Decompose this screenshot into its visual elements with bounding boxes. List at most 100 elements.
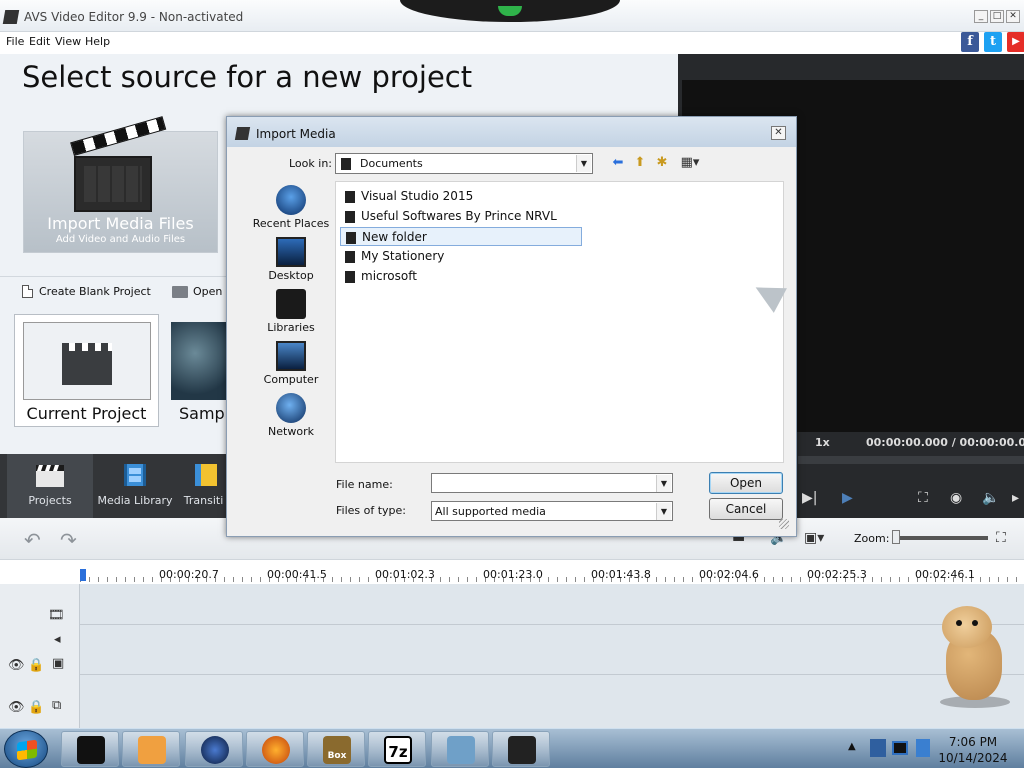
zoom-slider[interactable]	[896, 536, 988, 540]
maximize-button[interactable]: □	[990, 10, 1004, 23]
ruler-tick: 00:01:02.3	[375, 568, 435, 581]
taskbar-app[interactable]	[185, 731, 243, 767]
create-blank-project-button[interactable]: Create Blank Project	[22, 285, 151, 298]
file-type-select[interactable]: All supported media ▼	[431, 501, 673, 521]
snapshot-icon[interactable]: ◉	[950, 490, 962, 506]
menu-file[interactable]: File	[6, 35, 24, 48]
nav-transitions[interactable]: Transiti	[177, 454, 230, 518]
ruler-tick: 00:02:25.3	[807, 568, 867, 581]
ruler-tick: 00:01:23.0	[483, 568, 543, 581]
taskbar-app[interactable]: Box	[307, 731, 365, 767]
menu-help[interactable]: Help	[85, 35, 110, 48]
look-in-value: Documents	[360, 157, 423, 170]
open-button[interactable]: Open	[709, 472, 783, 494]
avs-editor-icon	[508, 736, 536, 764]
fullscreen-icon[interactable]: ⛶	[918, 490, 928, 506]
list-item-selected[interactable]: New folder	[340, 227, 582, 246]
clock-time: 7:06 PM	[948, 735, 998, 749]
tray-update-icon[interactable]	[916, 739, 930, 757]
tray-app-icon[interactable]	[870, 739, 886, 757]
youtube-icon[interactable]: ▶	[1007, 32, 1024, 52]
overlay-track-icon: ⧉	[52, 698, 62, 713]
twitter-icon[interactable]: t	[984, 32, 1002, 52]
taskbar-app-avs[interactable]	[492, 731, 550, 767]
volume-icon[interactable]: 🔈	[982, 490, 999, 506]
nav-media-library[interactable]: Media Library	[97, 454, 173, 518]
network-icon[interactable]	[276, 393, 306, 423]
next-frame-icon[interactable]: ▶|	[802, 490, 817, 506]
recent-places-icon[interactable]	[276, 185, 306, 215]
notch-light-icon	[498, 6, 522, 16]
lock-icon[interactable]: 🔒	[28, 658, 44, 673]
list-item[interactable]: microsoft	[340, 267, 582, 286]
start-button[interactable]	[4, 730, 48, 768]
taskbar-app[interactable]	[61, 731, 119, 767]
cancel-button[interactable]: Cancel	[709, 498, 783, 520]
list-item[interactable]: My Stationery	[340, 247, 582, 266]
facebook-icon[interactable]: f	[961, 32, 979, 52]
fit-zoom-icon[interactable]: ⛶	[996, 530, 1018, 548]
mute-icon[interactable]: ◂	[54, 632, 61, 647]
preview-seek-bar[interactable]	[798, 456, 1024, 464]
playback-speed[interactable]: 1x	[815, 436, 830, 449]
playhead[interactable]	[80, 569, 86, 581]
current-project-tile[interactable]: Current Project	[14, 314, 159, 427]
back-arrow-icon[interactable]: ⬅	[609, 155, 627, 171]
list-item[interactable]: Visual Studio 2015	[340, 187, 582, 206]
chevron-down-icon[interactable]: ▼	[656, 475, 671, 492]
chevron-down-icon[interactable]: ▼	[656, 503, 671, 520]
place-network[interactable]: Network	[243, 425, 339, 438]
network-icon[interactable]	[892, 741, 908, 755]
list-item[interactable]: Useful Softwares By Prince NRVL	[340, 207, 582, 226]
video-track-icon: 🎞	[48, 608, 65, 623]
taskbar-app[interactable]	[122, 731, 180, 767]
clock[interactable]: 7:06 PM 10/14/2024	[936, 734, 1010, 766]
computer-icon[interactable]	[276, 341, 306, 371]
tray-expand-icon[interactable]: ▲	[848, 741, 856, 752]
taskbar-app[interactable]	[246, 731, 304, 767]
redo-icon[interactable]: ↷	[60, 528, 77, 552]
folder-icon	[345, 251, 355, 263]
folder-icon	[346, 232, 356, 244]
import-media-tile[interactable]: Import Media Files Add Video and Audio F…	[23, 116, 218, 253]
view-menu-icon[interactable]: ▦▾	[675, 155, 705, 171]
place-recent[interactable]: Recent Places	[243, 217, 339, 230]
sample-project-tile[interactable]: Sampl	[171, 322, 231, 423]
more-icon[interactable]: ▸	[1012, 490, 1019, 506]
app-icon	[234, 127, 251, 140]
open-existing-button[interactable]: Open E	[172, 285, 233, 298]
minimize-button[interactable]: _	[974, 10, 988, 23]
place-libraries[interactable]: Libraries	[243, 321, 339, 334]
new-folder-icon[interactable]: ✱	[653, 155, 671, 171]
firefox-icon	[262, 736, 290, 764]
ruler-tick: 00:01:43.8	[591, 568, 651, 581]
lock-icon[interactable]: 🔒	[28, 700, 44, 715]
taskbar-app[interactable]: 7z	[368, 731, 426, 767]
transitions-icon	[194, 464, 217, 486]
ruler-minor-ticks	[80, 577, 1024, 582]
display-icon[interactable]: ▣▾	[804, 530, 826, 548]
menu-edit[interactable]: Edit	[29, 35, 50, 48]
resize-grip[interactable]	[779, 519, 789, 529]
look-in-dropdown[interactable]: Documents ▼	[335, 153, 593, 174]
visibility-eye-icon[interactable]: 👁	[8, 700, 25, 715]
taskbar-app[interactable]	[431, 731, 489, 767]
chevron-down-icon[interactable]: ▼	[576, 155, 591, 172]
libraries-icon[interactable]	[276, 289, 306, 319]
ruler-tick: 00:00:41.5	[267, 568, 327, 581]
play-icon[interactable]: ▶	[842, 490, 853, 506]
menu-view[interactable]: View	[55, 35, 81, 48]
file-name-field[interactable]: ▼	[431, 473, 673, 493]
undo-icon[interactable]: ↶	[24, 528, 41, 552]
place-desktop[interactable]: Desktop	[243, 269, 339, 282]
nav-projects[interactable]: Projects	[7, 454, 93, 518]
place-computer[interactable]: Computer	[243, 373, 339, 386]
up-folder-icon[interactable]: ⬆	[631, 155, 649, 171]
file-list: Visual Studio 2015 Useful Softwares By P…	[335, 181, 787, 463]
desktop-icon[interactable]	[276, 237, 306, 267]
close-button[interactable]: ✕	[1006, 10, 1020, 23]
ruler-tick: 00:02:46.1	[915, 568, 975, 581]
dialog-close-button[interactable]: ✕	[771, 126, 786, 140]
visibility-eye-icon[interactable]: 👁	[8, 658, 25, 673]
zoom-slider-thumb[interactable]	[892, 530, 900, 544]
